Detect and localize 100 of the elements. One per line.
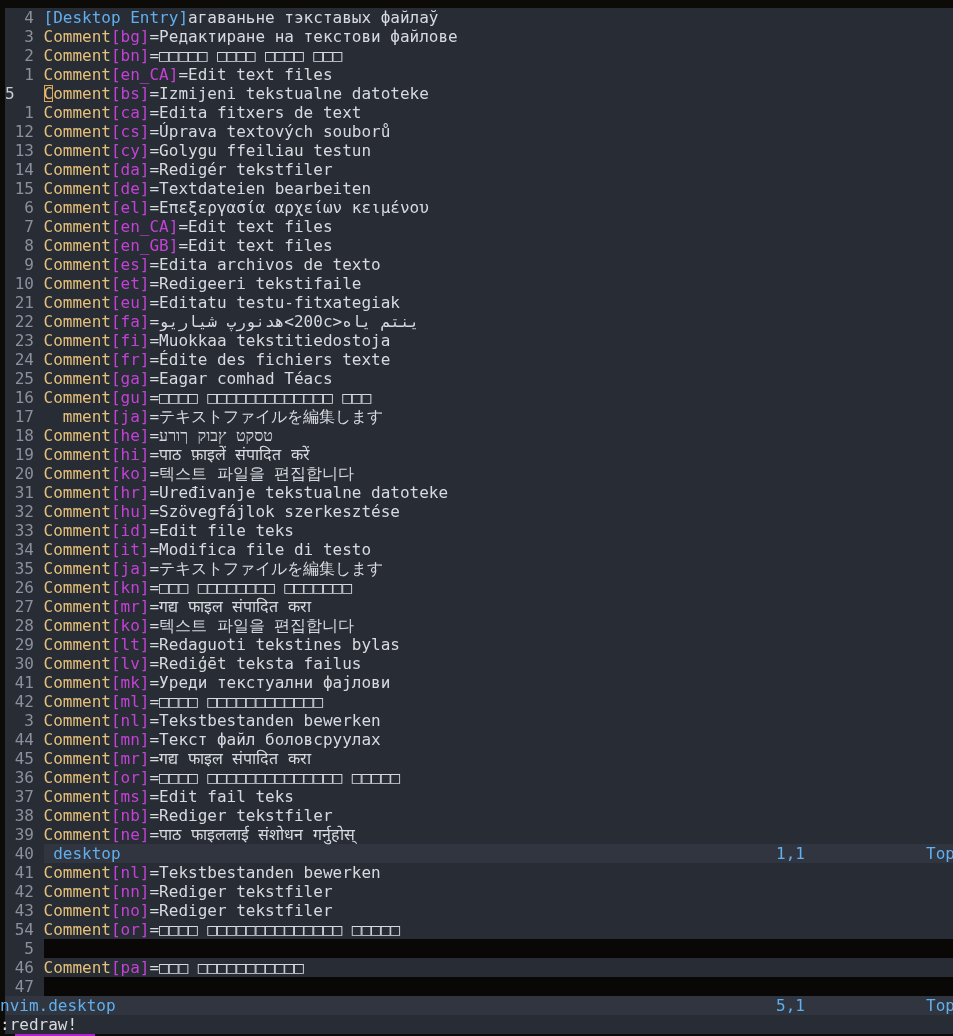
line-number: 30: [13, 654, 34, 673]
config-key: Comment: [43, 540, 111, 559]
line-number: 24: [13, 350, 34, 369]
line-number: 40: [13, 844, 34, 863]
config-key: Comment: [43, 103, 111, 122]
config-value: =텍스트 파일을 편집합니다: [149, 616, 355, 635]
line-number: 42: [13, 692, 34, 711]
locale-tag: [en_CA]: [110, 65, 179, 84]
config-key: Comment: [43, 312, 111, 331]
config-value: =テキストファイルを編集します: [149, 559, 384, 578]
locale-tag: [kn]: [110, 578, 150, 597]
locale-tag: [mr]: [110, 597, 150, 616]
locale-tag: [fi]: [110, 331, 150, 350]
line-number: 7: [23, 217, 34, 236]
config-value: =텍스트 파일을 편집합니다: [149, 464, 355, 483]
locale-tag: [bg]: [110, 27, 150, 46]
config-key: Comment: [43, 46, 111, 65]
line-number: 2: [23, 46, 34, 65]
line-number: 17: [13, 407, 34, 426]
config-value: =Muokkaa tekstitiedostoja: [149, 331, 391, 350]
locale-tag: [no]: [110, 901, 150, 920]
config-value: =Επεξεργασία αρχείων κειμένου: [149, 198, 429, 217]
config-key: Comment: [43, 274, 111, 293]
locale-tag: [mn]: [110, 730, 150, 749]
config-key: Comment: [43, 882, 111, 901]
locale-tag: [id]: [110, 521, 150, 540]
config-value: агаваньне тэкставых файлаў: [188, 8, 439, 27]
config-value: =Edit text files: [178, 217, 333, 236]
locale-tag: [nl]: [110, 863, 150, 882]
locale-tag: [hr]: [110, 483, 150, 502]
line-number: 22: [13, 312, 34, 331]
config-key: Comment: [43, 27, 111, 46]
config-value: =□□□ □□□□□□□□ □□□□□□□: [149, 578, 352, 597]
line-number: 1: [23, 65, 34, 84]
config-value: =पाठ फ़ाइलें संपादित करें: [149, 445, 310, 464]
locale-tag: [pa]: [110, 958, 150, 977]
locale-tag: [de]: [110, 179, 150, 198]
locale-tag: [it]: [110, 540, 150, 559]
locale-tag: [hu]: [110, 502, 150, 521]
config-key: Comment: [43, 122, 111, 141]
locale-tag: [ko]: [110, 616, 150, 635]
config-value: =पाठ फाइललाई संशोधन गर्नुहोस्: [149, 825, 355, 844]
config-value: =Rediger tekstfiler: [149, 806, 333, 825]
line-number: 9: [23, 255, 34, 274]
config-value: =Redigér tekstfiler: [149, 160, 333, 179]
config-key: Comment: [43, 464, 111, 483]
locale-tag: [mr]: [110, 749, 150, 768]
line-number: 33: [13, 521, 34, 540]
locale-tag: [ca]: [110, 103, 150, 122]
config-key: Comment: [43, 559, 111, 578]
config-key: Comment: [43, 730, 111, 749]
config-value: =ویرایش پرونده<200c>های متنی: [149, 312, 420, 331]
cursor-position: 5,1: [776, 996, 806, 1015]
config-key: Comment: [43, 711, 111, 730]
locale-tag: [or]: [110, 768, 150, 787]
locale-tag: [hi]: [110, 445, 150, 464]
config-key: Comment: [43, 217, 111, 236]
config-key: Comment: [43, 787, 111, 806]
line-number: 45: [13, 749, 34, 768]
config-key: Comment: [43, 426, 111, 445]
config-key: Comment: [43, 350, 111, 369]
line-number: 19: [13, 445, 34, 464]
section-header: [Desktop Entry]: [43, 8, 188, 27]
config-key: Comment: [43, 369, 111, 388]
locale-tag: [ko]: [110, 464, 150, 483]
command-text[interactable]: :redraw!: [0, 1015, 78, 1034]
config-value: =Edit fail teks: [149, 787, 294, 806]
config-key: Comment: [43, 578, 111, 597]
line-number: 36: [13, 768, 34, 787]
config-value: =Edita archivos de texto: [149, 255, 381, 274]
line-number: 32: [13, 502, 34, 521]
config-key: Comment: [43, 445, 111, 464]
config-value: =Rediģēt teksta failus: [149, 654, 362, 673]
config-key: Comment: [43, 825, 111, 844]
config-key: Comment: [43, 521, 111, 540]
locale-tag: [ja]: [110, 407, 150, 426]
config-key: Comment: [43, 331, 111, 350]
config-key: Comment: [43, 65, 111, 84]
config-key: Comment: [43, 616, 111, 635]
config-value: =Eagar comhad Téacs: [149, 369, 333, 388]
locale-tag: [gu]: [110, 388, 150, 407]
line-number: 20: [13, 464, 34, 483]
config-key: Comment: [43, 388, 111, 407]
locale-tag: [en_GB]: [110, 236, 179, 255]
config-key: mment: [43, 407, 111, 426]
locale-tag: [ms]: [110, 787, 150, 806]
line-number: 31: [13, 483, 34, 502]
locale-tag: [mk]: [110, 673, 150, 692]
config-value: =Textdateien bearbeiten: [149, 179, 372, 198]
locale-tag: [nn]: [110, 882, 150, 901]
config-value: =Edit text files: [178, 236, 333, 255]
locale-tag: [et]: [110, 274, 150, 293]
config-value: =Rediger tekstfiler: [149, 901, 333, 920]
line-number: 10: [13, 274, 34, 293]
line-number: 54: [13, 920, 34, 939]
line-number: 12: [13, 122, 34, 141]
config-key: Comment: [43, 806, 111, 825]
locale-tag: [lt]: [110, 635, 150, 654]
file-name: nvim.desktop: [0, 996, 117, 1015]
line-number: 15: [13, 179, 34, 198]
